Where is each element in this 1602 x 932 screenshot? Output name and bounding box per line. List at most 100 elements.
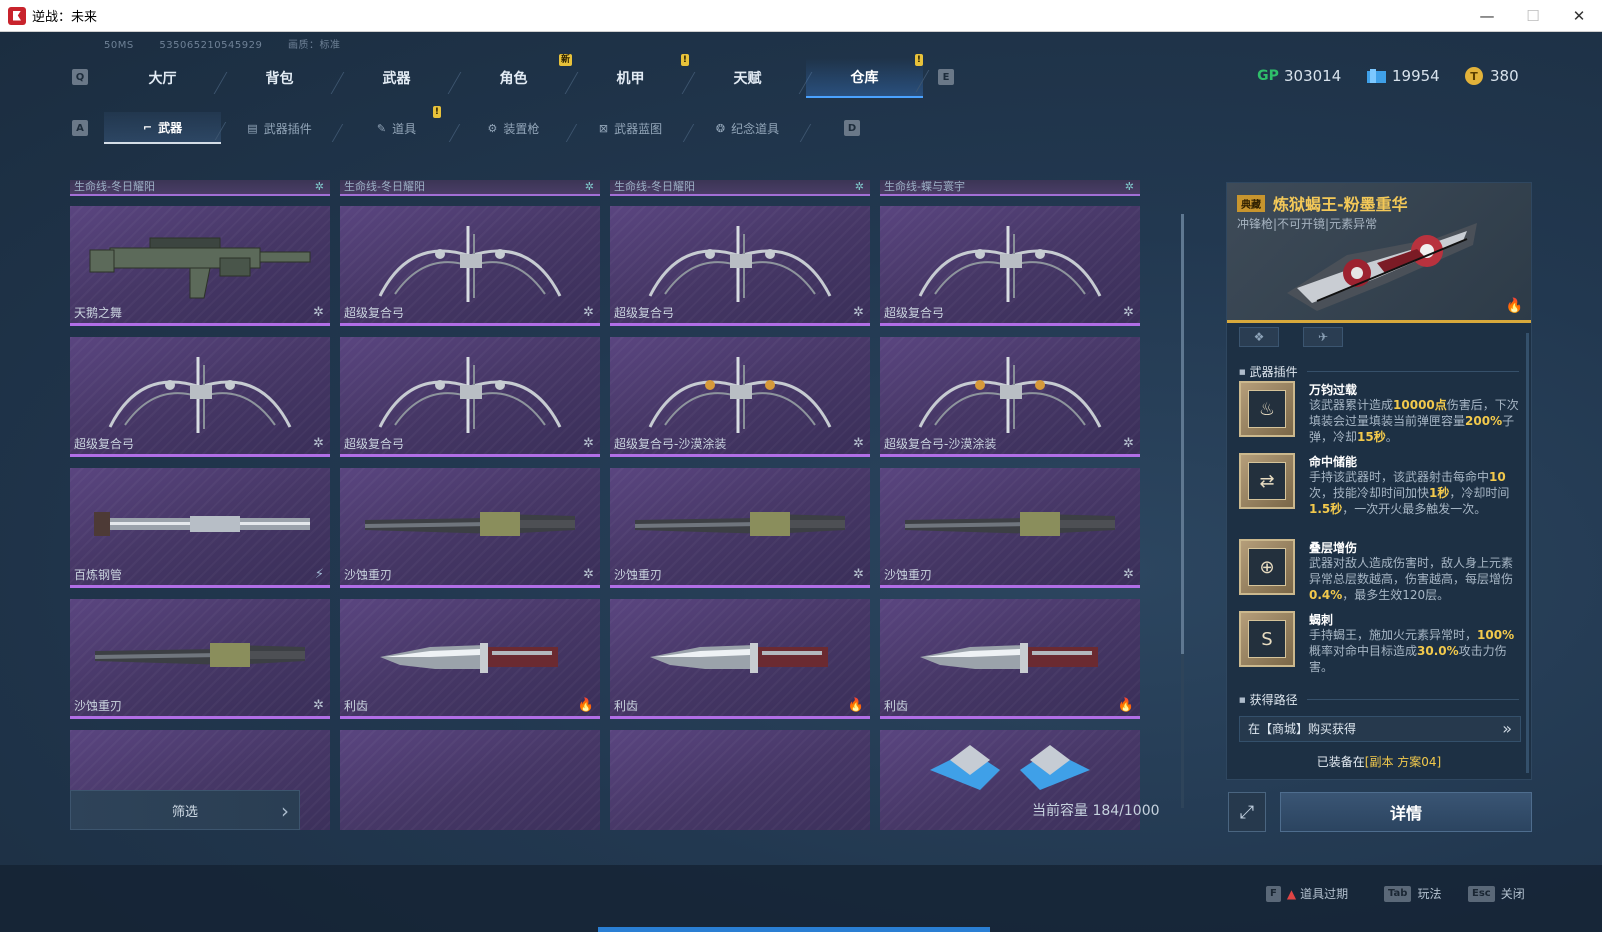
partial-weapon-card[interactable]: 生命线-冬日耀阳 ✲ [340,180,600,196]
weapon-card[interactable]: 天鹅之舞 ✲ [70,206,330,326]
weapon-card[interactable]: 超级复合弓 ✲ [880,206,1140,326]
tab-main-2[interactable]: 武器 [338,58,455,98]
weapon-card[interactable]: 沙蚀重刃 ✲ [880,468,1140,588]
weapon-card[interactable]: 超级复合弓 ✲ [340,206,600,326]
star-mark-icon: ✲ [313,698,324,713]
plugin-item[interactable]: ♨ 万钧过载 该武器累计造成10000点伤害后，下次填装会过量填装当前弹匣容量200… [1239,381,1529,451]
card-name: 超级复合弓-沙漠涂装 [884,437,997,451]
tab-label: 武器 [158,120,183,135]
grid-scrollbar-thumb[interactable] [1181,214,1184,654]
weapon-card[interactable]: 沙蚀重刃 ✲ [70,599,330,719]
tab-label: 背包 [265,71,294,87]
star-mark-icon: ✲ [583,567,594,582]
maximize-button[interactable]: ☐ [1510,0,1556,32]
filter-button[interactable]: 筛选 › [70,790,300,830]
plugin-icon: ♨ [1239,381,1295,437]
tab-sub-3[interactable]: ⚙ 装置枪 [455,112,572,144]
minimize-button[interactable]: — [1464,0,1510,32]
weapon-card[interactable]: 利齿 🔥 [610,599,870,719]
weapon-card[interactable]: 超级复合弓 ✲ [340,337,600,457]
window-titlebar: 逆战：未来 — ☐ ✕ [0,0,1602,32]
star-mark-icon: ✲ [313,305,324,320]
card-name: 超级复合弓 [344,437,405,451]
tab-main-5[interactable]: 天赋 [689,58,806,98]
gun-icon: ⌐ [142,120,153,134]
footer-hint-1[interactable]: Tab 玩法 [1384,885,1441,902]
highlight-value: 1.5秒 [1309,502,1343,516]
tab-main-1[interactable]: 背包 [221,58,338,98]
close-window-button[interactable]: ✕ [1556,0,1602,32]
tab-main-6[interactable]: 仓库! [806,54,923,98]
desc-text: 该武器累计造成 [1309,398,1394,412]
footer-hint-0[interactable]: F ▲ 道具过期 [1266,885,1348,902]
sub-tabs: ⌐ 武器 ▤ 武器插件 ✎ 道具! ⚙ 装置枪 ⊠ 武器蓝图 ❂ 纪念道具 [104,106,806,144]
plugin-glyph-icon: ⊕ [1248,548,1286,586]
tab-sub-4[interactable]: ⊠ 武器蓝图 [572,112,689,144]
key-hint-q: Q [72,69,88,85]
star-mark-icon: ✲ [583,436,594,451]
weapon-card[interactable] [340,730,600,830]
tab-label: 角色 [499,71,528,87]
tab-main-0[interactable]: 大厅 [104,58,221,98]
main-tabs: 大厅 背包 武器 角色 新机甲! 天赋 仓库! [104,54,923,98]
plugin-icon: ⊕ [1239,539,1295,595]
notification-badge: ! [680,54,689,66]
footer-hint-2[interactable]: Esc 关闭 [1468,885,1525,902]
weapon-card[interactable]: 利齿 🔥 [340,599,600,719]
weapon-card[interactable]: 沙蚀重刃 ✲ [610,468,870,588]
weapon-image [380,643,558,673]
partial-weapon-card[interactable]: 生命线-蝶与寰宇 ✲ [880,180,1140,196]
weapon-image [920,643,1098,673]
highlight-value: 30.0% [1417,644,1459,658]
card-name: 生命线-冬日耀阳 [344,180,425,193]
desc-text: 手持蝎王，施加火元素异常时， [1309,628,1478,642]
tab-sub-5[interactable]: ❂ 纪念道具 [689,112,806,144]
card-name: 百炼钢管 [74,568,123,582]
warning-icon: ▲ [1286,886,1297,901]
game-viewport: 50MS 535065210545929 画质：标准 Q 大厅 背包 武器 角色新机甲… [0,32,1602,932]
notification-badge: ! [432,106,441,118]
partial-weapon-card[interactable]: 生命线-冬日耀阳 ✲ [70,180,330,196]
card-name: 超级复合弓 [344,306,405,320]
weapon-card[interactable] [610,730,870,830]
card-name: 生命线-蝶与寰宇 [884,180,965,193]
partial-weapon-card[interactable]: 生命线-冬日耀阳 ✲ [610,180,870,196]
star-mark-icon: ✲ [583,305,594,320]
hint-label: 玩法 [1417,887,1442,901]
tab-sub-1[interactable]: ▤ 武器插件 [221,112,338,144]
desc-text: 概率对命中目标造成 [1309,644,1418,658]
notification-badge: ! [914,54,923,66]
desc-text: 武器对敌人造成伤害时，敌人身上元素异常总层数越高，伤害越高，每层增伤 [1309,556,1514,586]
star-mark-icon: ✲ [314,180,324,193]
equipped-value: [副本 方案04] [1364,755,1442,769]
tab-label: 机甲 [616,71,645,87]
share-button[interactable]: ⤢ [1228,792,1266,832]
weapon-card[interactable]: 超级复合弓-沙漠涂装 ✲ [880,337,1140,457]
source-link[interactable]: 在【商城】购买获得 » [1239,716,1521,742]
tab-main-4[interactable]: 机甲! [572,54,689,98]
weapon-card[interactable]: 超级复合弓-沙漠涂装 ✲ [610,337,870,457]
skin-thumb-1[interactable]: ❖ [1239,327,1279,347]
equipped-status: 已装备在[副本 方案04] [1227,753,1531,770]
skin-thumb-2[interactable]: ✈ [1303,327,1343,347]
tab-sub-0[interactable]: ⌐ 武器 [104,112,221,144]
weapon-card[interactable]: 利齿 🔥 [880,599,1140,719]
plugin-glyph-icon: S [1248,620,1286,658]
tab-sub-2[interactable]: ✎ 道具! [338,106,455,144]
weapon-card[interactable]: 超级复合弓 ✲ [610,206,870,326]
detail-scrollbar[interactable] [1526,333,1529,773]
star-mark-icon: ✲ [853,436,864,451]
tab-main-3[interactable]: 角色 新 [455,54,572,98]
bottom-progress-bar [598,927,990,932]
plugin-item[interactable]: ⇄ 命中储能 手持该武器时，该武器射击每命中10 次，技能冷却时间加快1秒，冷却时间 1… [1239,453,1529,523]
plugin-item[interactable]: S 蝎刺 手持蝎王，施加火元素异常时，100%概率对命中目标造成30.0%攻击力伤害… [1239,611,1529,681]
plugin-description: 手持该武器时，该武器射击每命中10 次，技能冷却时间加快1秒，冷却时间 1.5秒，一… [1309,469,1523,517]
plugin-item[interactable]: ⊕ 叠层增伤 武器对敌人造成伤害时，敌人身上元素异常总层数越高，伤害越高，每层增伤 0… [1239,539,1529,609]
card-name: 沙蚀重刃 [884,568,933,582]
detail-button[interactable]: 详情 [1280,792,1532,832]
weapon-card[interactable]: 沙蚀重刃 ✲ [340,468,600,588]
plugin-name: 万钧过载 [1309,383,1358,397]
weapon-card[interactable]: 百炼钢管 ⚡ [70,468,330,588]
plugins-section-title: 武器插件 [1239,363,1298,380]
weapon-card[interactable]: 超级复合弓 ✲ [70,337,330,457]
